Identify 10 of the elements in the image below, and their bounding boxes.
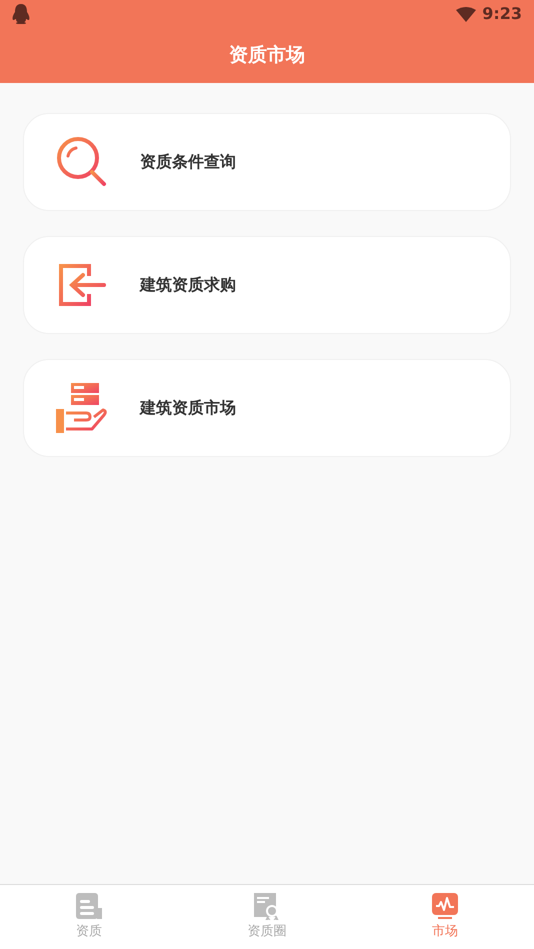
- status-time: 9:23: [482, 3, 522, 25]
- wifi-icon: [456, 6, 476, 22]
- search-icon: [56, 136, 108, 188]
- hand-with-boxes-icon: [56, 383, 108, 433]
- menu-card[interactable]: 资质条件查询: [23, 113, 511, 211]
- page-title: 资质市场: [229, 43, 305, 68]
- sign-in-icon: [58, 263, 106, 307]
- menu-card[interactable]: 建筑资质求购: [23, 236, 511, 334]
- penguin-icon: [12, 4, 30, 24]
- menu-card[interactable]: 建筑资质市场: [23, 359, 511, 457]
